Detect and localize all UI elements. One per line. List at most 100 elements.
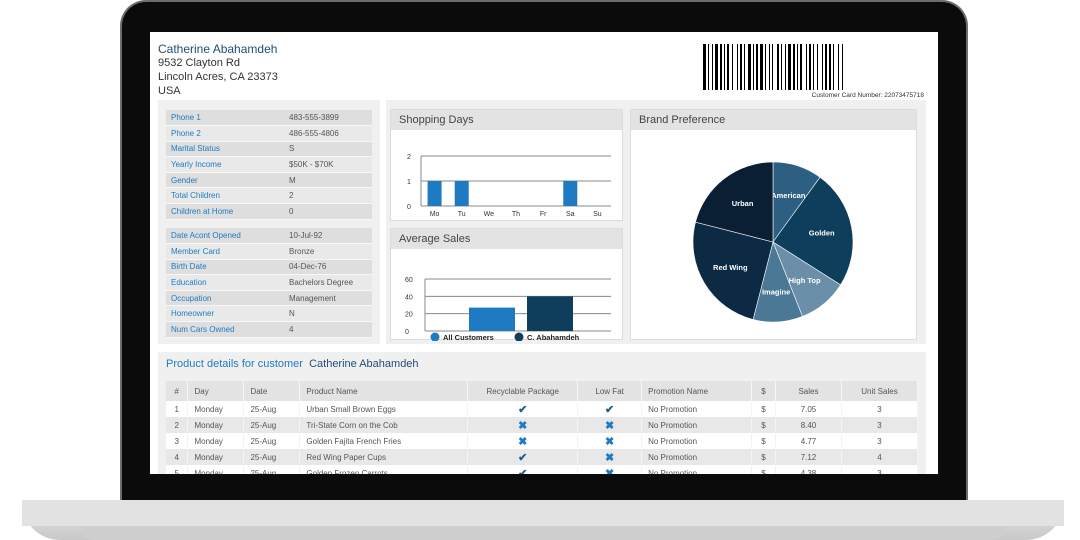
info-value: M	[284, 172, 372, 189]
cross-icon: ✖	[605, 467, 615, 475]
date-cell: 25-Aug	[243, 433, 301, 449]
info-value: S	[284, 141, 372, 158]
info-row: Education Bachelors Degree	[166, 274, 372, 291]
average-sales-chart: Average Sales 0 20 40 60 All Customers C. Aba…	[390, 228, 623, 341]
date-cell: 25-Aug	[243, 449, 301, 465]
shopping-days-chart: Shopping Days 0 1 2 Mo Tu We Th Fr Sa Su	[390, 109, 623, 221]
brand-preference-chart: Brand Preference American Golden High Top I…	[630, 109, 917, 340]
average-sales-plot: 0 20 40 60 All Customers C. Abahamdeh	[405, 277, 611, 341]
info-value: 486-555-4806	[284, 125, 372, 142]
info-label: Birth Date	[166, 259, 284, 276]
info-row: Total Children 2	[166, 187, 372, 205]
column-header[interactable]: #	[166, 381, 189, 401]
column-header[interactable]: Sales	[775, 381, 842, 401]
column-header[interactable]: Product Name	[299, 381, 469, 401]
info-row: Occupation Management	[166, 290, 372, 307]
legend-label: C. Abahamdeh	[527, 333, 580, 341]
sales-cell: 7.05	[775, 401, 842, 417]
info-row: Children at Home 0	[166, 203, 372, 220]
currency-cell: $	[751, 449, 776, 465]
promotion-cell: No Promotion	[641, 465, 753, 474]
column-header[interactable]: Unit Sales	[841, 381, 919, 401]
info-label: Date Acont Opened	[166, 228, 284, 245]
row-number: 4	[166, 449, 189, 465]
date-cell: 25-Aug	[243, 465, 301, 474]
slice-label: American	[771, 191, 806, 200]
y-tick-label: 20	[405, 312, 413, 319]
promotion-cell: No Promotion	[641, 433, 753, 449]
y-tick-label: 0	[405, 329, 409, 336]
x-tick-label: Su	[593, 211, 602, 218]
recyclable-icon: ✔	[467, 449, 579, 465]
date-cell: 25-Aug	[243, 417, 301, 433]
product-table: # Day Date Product Name Recyclable Package Lo…	[166, 381, 919, 475]
currency-cell: $	[751, 465, 776, 474]
column-header[interactable]: Recyclable Package	[467, 381, 579, 401]
low-fat-icon: ✖	[577, 417, 643, 433]
table-row[interactable]: 1 Monday 25-Aug Urban Small Brown Eggs ✔ ✔ No …	[166, 401, 919, 417]
column-header[interactable]: $	[751, 381, 776, 401]
sales-cell: 4.38	[775, 465, 842, 474]
brand-preference-pie: American Golden High Top Imagine Red Wing Urb…	[692, 161, 854, 323]
cross-icon: ✖	[605, 435, 615, 448]
slice-label: Imagine	[762, 288, 790, 297]
x-tick-label: We	[484, 211, 494, 218]
info-value: N	[284, 305, 372, 323]
barcode-image	[703, 44, 843, 90]
slice-label: Golden	[809, 229, 835, 238]
day-cell: Monday	[187, 465, 245, 474]
info-row: Phone 2 486-555-4806	[166, 125, 372, 142]
product-details-heading: Product details for customer Catherine A…	[166, 358, 419, 370]
legend-marker	[514, 332, 524, 341]
row-number: 1	[166, 401, 189, 417]
column-header[interactable]: Low Fat	[577, 381, 643, 401]
bar	[469, 307, 515, 331]
column-header[interactable]: Day	[187, 381, 245, 401]
info-table-account: Date Acont Opened 10-Jul-92 Member Card Bro…	[166, 228, 372, 338]
currency-cell: $	[751, 433, 776, 449]
y-tick-label: 60	[405, 277, 413, 284]
shopping-days-title: Shopping Days	[391, 110, 622, 130]
day-cell: Monday	[187, 449, 245, 465]
low-fat-icon: ✔	[577, 401, 643, 417]
low-fat-icon: ✖	[577, 449, 643, 465]
date-cell: 25-Aug	[243, 401, 301, 417]
column-header[interactable]: Promotion Name	[641, 381, 753, 401]
slice-label: Urban	[732, 199, 754, 208]
recyclable-icon: ✔	[467, 401, 579, 417]
row-number: 2	[166, 417, 189, 433]
info-value: 10-Jul-92	[284, 228, 372, 245]
currency-cell: $	[751, 417, 776, 433]
column-header[interactable]: Date	[243, 381, 301, 401]
checkmark-icon: ✔	[518, 451, 528, 464]
x-tick-label: Tu	[458, 211, 466, 218]
info-value: 483-555-3899	[284, 110, 372, 127]
shopping-days-plot: 0 1 2 Mo Tu We Th Fr Sa Su	[407, 154, 611, 218]
product-name-cell: Red Wing Paper Cups	[299, 449, 469, 465]
info-table-personal: Phone 1 483-555-3899 Phone 2 486-555-4806 Ma…	[166, 110, 372, 220]
laptop-base-top	[22, 500, 1064, 526]
row-number: 3	[166, 433, 189, 449]
info-row: Num Cars Owned 4	[166, 321, 372, 338]
info-label: Gender	[166, 172, 284, 189]
recyclable-icon: ✖	[467, 417, 579, 433]
x-tick-label: Mo	[430, 211, 440, 218]
unit-sales-cell: 3	[841, 401, 919, 417]
x-tick-label: Th	[512, 211, 520, 218]
product-details-prefix: Product details for customer	[166, 358, 303, 370]
recyclable-icon: ✖	[467, 433, 579, 449]
info-value: 2	[284, 187, 372, 205]
info-label: Education	[166, 274, 284, 291]
dashboard-screen: Catherine Abahamdeh 9532 Clayton Rd Linc…	[150, 32, 938, 474]
checkmark-icon: ✔	[605, 403, 615, 416]
product-name-cell: Tri-State Corn on the Cob	[299, 417, 469, 433]
table-row[interactable]: 5 Monday 25-Aug Golden Frozen Carrots ✔ ✖ No P…	[166, 465, 919, 475]
customer-name: Catherine Abahamdeh	[158, 42, 278, 56]
table-row[interactable]: 2 Monday 25-Aug Tri-State Corn on the Cob ✖ ✖…	[166, 417, 919, 433]
table-row[interactable]: 4 Monday 25-Aug Red Wing Paper Cups ✔ ✖ No Pro…	[166, 449, 919, 465]
unit-sales-cell: 3	[841, 417, 919, 433]
table-row[interactable]: 3 Monday 25-Aug Golden Fajita French Fries ✖…	[166, 433, 919, 449]
product-name-cell: Urban Small Brown Eggs	[299, 401, 469, 417]
sales-cell: 7.12	[775, 449, 842, 465]
y-tick-label: 1	[407, 179, 411, 186]
